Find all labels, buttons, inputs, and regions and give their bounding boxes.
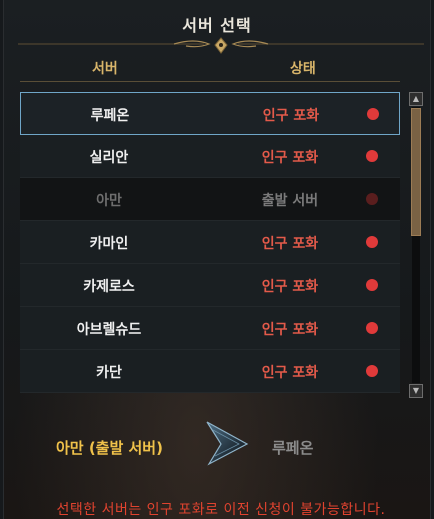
server-row-silian[interactable]: 실리안 인구 포화 [20,135,400,178]
server-row-aman: 아만 출발 서버 [20,178,400,221]
server-name: 아만 [96,193,122,209]
server-status: 인구 포화 [261,322,319,338]
server-list-scrollbar[interactable]: ▲ ▼ [409,92,423,398]
status-dot-icon [367,108,379,120]
status-dot-icon [366,322,378,334]
server-name: 루페온 [90,108,130,124]
status-dot-icon [366,150,378,162]
server-select-dialog: 서버 선택 서버 상태 루페온 인구 포화 실리안 인구 포화 아만 출발 서버… [3,0,431,519]
transfer-warning-text: 선택한 서버는 인구 포화로 이전 신청이 불가능합니다. [56,502,386,518]
status-dot-icon [366,236,378,248]
server-name: 카단 [96,365,122,381]
target-server-label: 루페온 [272,439,314,457]
server-status: 인구 포화 [261,365,319,381]
server-name: 카제로스 [83,279,135,295]
origin-server-label: 아만 (출발 서버) [56,439,163,457]
server-name: 아브렐슈드 [76,322,142,338]
server-row-abrelshud[interactable]: 아브렐슈드 인구 포화 [20,307,400,350]
server-status: 출발 서버 [261,193,319,209]
server-row-kadan[interactable]: 카단 인구 포화 [20,350,400,393]
server-list: 루페온 인구 포화 실리안 인구 포화 아만 출발 서버 카마인 인구 포화 카… [20,92,400,400]
server-row-kazeros[interactable]: 카제로스 인구 포화 [20,264,400,307]
scroll-down-arrow-icon[interactable]: ▼ [409,384,423,398]
server-status: 인구 포화 [262,108,320,124]
column-header-status: 상태 [290,61,316,77]
server-row-kamain[interactable]: 카마인 인구 포화 [20,221,400,264]
server-status: 인구 포화 [261,279,319,295]
transfer-arrow-icon [206,421,249,466]
server-row-rupeon[interactable]: 루페온 인구 포화 [20,92,400,135]
server-status: 인구 포화 [261,236,319,252]
server-name: 실리안 [89,150,129,166]
title-ornament [18,37,424,54]
status-dot-icon [366,193,378,205]
header-divider [20,81,400,82]
server-name: 카마인 [89,236,129,252]
scroll-up-arrow-icon[interactable]: ▲ [409,92,423,106]
dialog-title: 서버 선택 [182,16,252,35]
server-status: 인구 포화 [261,150,319,166]
status-dot-icon [366,365,378,377]
status-dot-icon [366,279,378,291]
scroll-thumb[interactable] [411,108,421,236]
column-header-server: 서버 [92,61,118,77]
